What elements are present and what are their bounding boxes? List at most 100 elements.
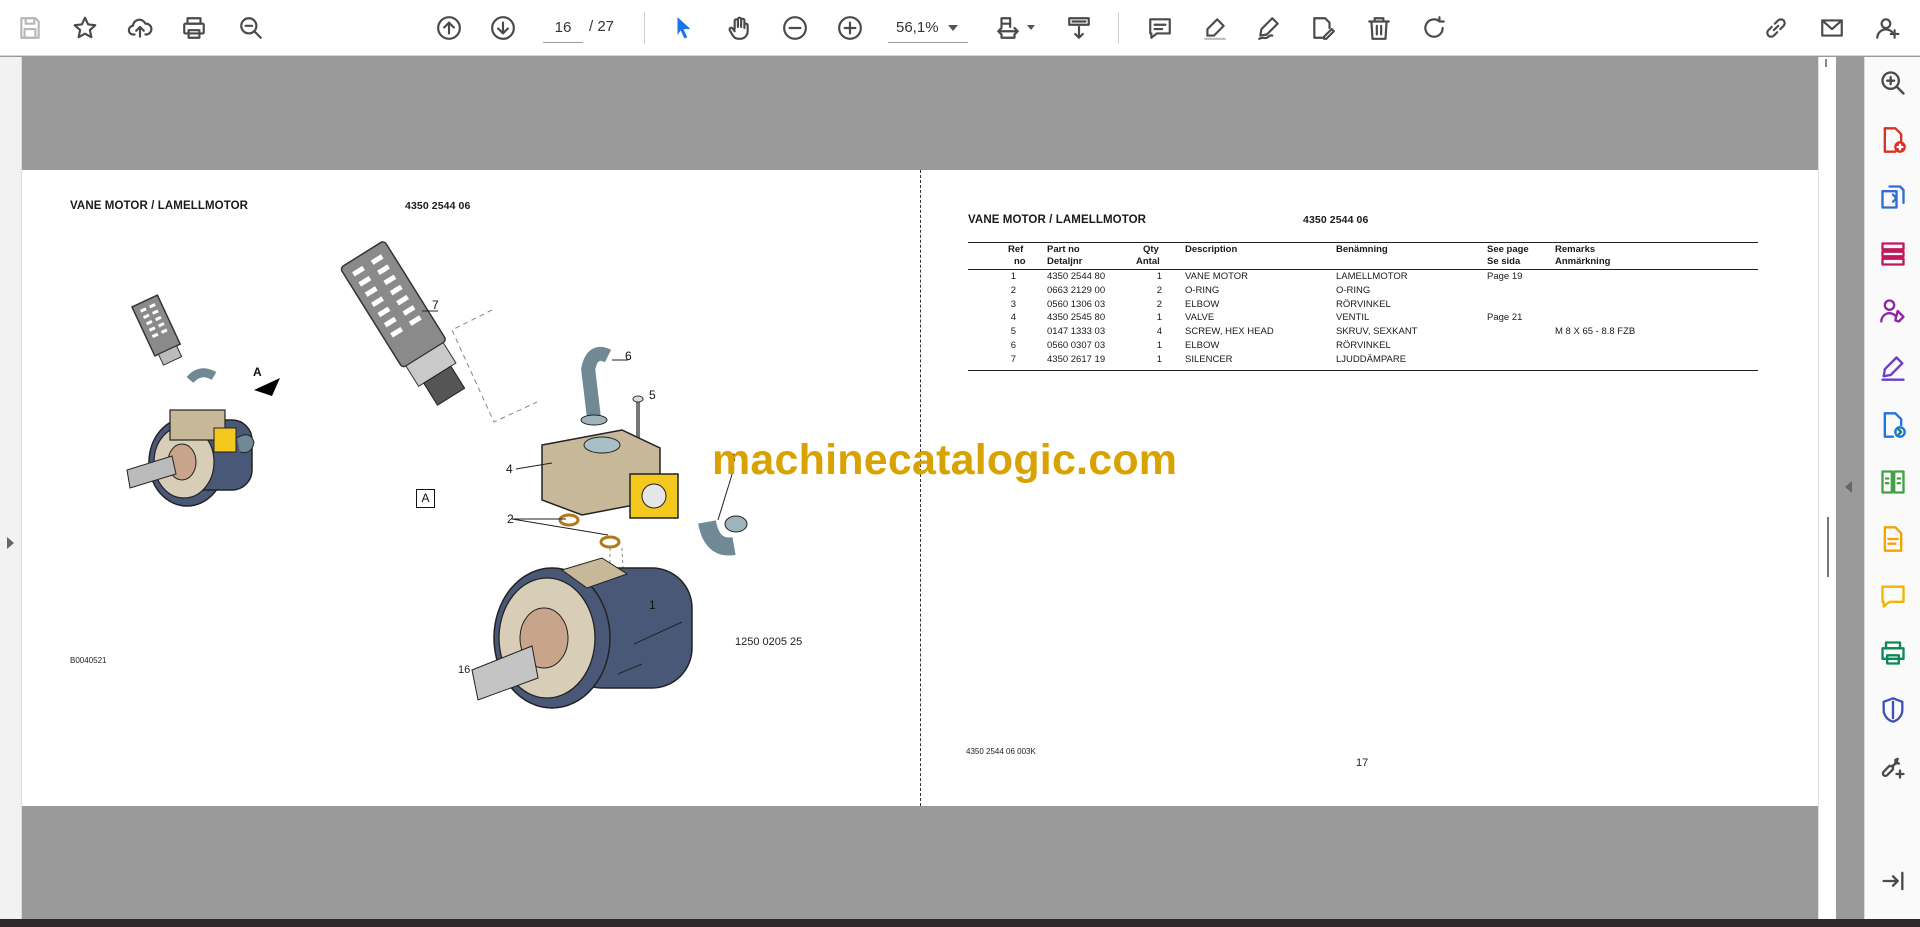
scroll-up-tick[interactable] — [1825, 59, 1827, 67]
next-page-icon[interactable] — [484, 9, 522, 47]
more-tools-icon[interactable] — [1877, 751, 1909, 783]
cell-part: 0147 1333 03 — [1047, 326, 1106, 338]
cell-part: 0560 1306 03 — [1047, 298, 1106, 310]
exploded-parts-drawing — [126, 241, 748, 709]
hand-tool-icon[interactable] — [720, 9, 758, 47]
scroll-mode-icon[interactable] — [1060, 9, 1098, 47]
cell-ben: VENTIL — [1336, 312, 1370, 324]
cell-qty: 2 — [1156, 298, 1162, 310]
draw-sign-icon[interactable] — [1250, 9, 1288, 47]
chevron-down-icon — [948, 25, 958, 31]
cell-ben: RÖRVINKEL — [1336, 298, 1391, 310]
cell-ref: 2 — [1010, 284, 1016, 296]
account-add-user-icon[interactable] — [1868, 9, 1906, 47]
bottom-edge-bar — [0, 919, 1920, 927]
toolbar-divider — [1118, 12, 1119, 44]
create-pdf-icon[interactable] — [1877, 124, 1909, 156]
share-link-icon[interactable] — [1757, 9, 1795, 47]
toolbar-divider — [644, 12, 645, 44]
cell-ben: RÖRVINKEL — [1336, 340, 1391, 351]
cell-qty: 2 — [1156, 284, 1162, 296]
export-pdf-icon[interactable] — [1877, 181, 1909, 213]
zoom-level-dropdown[interactable]: 56,1% — [888, 13, 968, 43]
cell-part: 0663 2129 00 — [1047, 284, 1106, 296]
vertical-scrollbar[interactable] — [1818, 57, 1836, 919]
zoom-level-value: 56,1% — [896, 19, 939, 36]
page-number-input[interactable] — [543, 13, 583, 43]
cell-part: 4350 2545 80 — [1047, 312, 1106, 324]
compare-files-icon[interactable] — [1877, 466, 1909, 498]
right-footer-code: 4350 2544 06 003K — [966, 747, 1036, 756]
header-see-page: See page — [1487, 244, 1529, 255]
page-fit-icon[interactable] — [989, 9, 1027, 47]
add-comment-icon[interactable] — [1141, 9, 1179, 47]
fill-sign-icon[interactable] — [1877, 352, 1909, 384]
highlight-pen-icon[interactable] — [1196, 9, 1234, 47]
zoom-in-icon[interactable] — [831, 9, 869, 47]
table-bottom-rule — [968, 369, 1758, 371]
page-fit-chevron-icon[interactable] — [1027, 25, 1035, 30]
convert-pdf-icon[interactable] — [1877, 409, 1909, 441]
cell-qty: 1 — [1156, 271, 1162, 282]
right-page-part-number: 4350 2544 06 — [1303, 214, 1369, 226]
page-total-label: / 27 — [589, 18, 615, 35]
rotate-icon[interactable] — [1415, 9, 1453, 47]
cell-desc: ELBOW — [1185, 298, 1220, 310]
cell-desc: VALVE — [1185, 312, 1215, 324]
email-icon[interactable] — [1813, 9, 1851, 47]
collapse-right-panel-icon[interactable] — [1845, 481, 1852, 493]
drawing-number: 1250 0205 25 — [735, 636, 803, 648]
zoom-search-icon[interactable] — [1877, 67, 1909, 99]
scrollbar-thumb[interactable] — [1827, 517, 1829, 577]
header-ref: Ref — [1008, 244, 1024, 255]
cell-desc: SCREW, HEX HEAD — [1185, 326, 1274, 338]
right-page-number: 17 — [1356, 757, 1369, 769]
cell-qty: 1 — [1156, 340, 1162, 351]
cell-ref: 4 — [1010, 312, 1016, 324]
zoom-out-icon[interactable] — [776, 9, 814, 47]
table-header-rule — [968, 269, 1758, 270]
comment-icon[interactable] — [1877, 580, 1909, 612]
header-description: Description — [1185, 244, 1238, 255]
cell-ref: 6 — [1010, 340, 1016, 351]
main-exploded-view — [340, 241, 748, 709]
expand-left-panel-icon[interactable] — [7, 537, 14, 549]
page-spread: VANE MOTOR / LAMELLMOTOR 4350 2544 06 7 … — [22, 170, 1818, 806]
print-production-icon[interactable] — [1877, 637, 1909, 669]
expand-panel-icon[interactable] — [1877, 865, 1909, 897]
edit-pdf-icon[interactable] — [1877, 523, 1909, 555]
organize-pages-icon[interactable] — [1877, 238, 1909, 270]
cell-desc: O-RING — [1185, 284, 1220, 296]
header-ref-2: no — [1014, 256, 1026, 267]
cell-part: 4350 2617 19 — [1047, 353, 1106, 365]
cell-rem: M 8 X 65 - 8.8 FZB — [1555, 326, 1636, 338]
edit-text-image-icon[interactable] — [1304, 9, 1342, 47]
right-page-title: VANE MOTOR / LAMELLMOTOR — [968, 214, 1147, 226]
watermark-text: machinecatalogic.com — [712, 436, 1178, 484]
cell-part: 0560 0307 03 — [1047, 340, 1106, 351]
request-signature-icon[interactable] — [1877, 295, 1909, 327]
print-icon[interactable] — [175, 9, 213, 47]
callout-6: 6 — [625, 349, 632, 363]
cell-qty: 4 — [1156, 326, 1162, 338]
cell-desc: VANE MOTOR — [1185, 271, 1248, 282]
detail-box-a: A — [416, 489, 435, 508]
protect-icon[interactable] — [1877, 694, 1909, 726]
document-viewport[interactable]: VANE MOTOR / LAMELLMOTOR 4350 2544 06 7 … — [22, 57, 1818, 919]
previous-page-icon[interactable] — [430, 9, 468, 47]
header-part-2: Detaljnr — [1047, 256, 1083, 267]
header-qty-2: Antal — [1136, 256, 1160, 267]
cell-ref: 3 — [1010, 298, 1016, 310]
cloud-upload-icon[interactable] — [121, 9, 159, 47]
cell-ref: 5 — [1010, 326, 1016, 338]
detail-label-a: A — [253, 365, 262, 379]
callout-7: 7 — [432, 298, 439, 312]
save-icon[interactable] — [11, 9, 49, 47]
select-cursor-icon[interactable] — [665, 9, 703, 47]
delete-trash-icon[interactable] — [1360, 9, 1398, 47]
left-panel-collapsed — [0, 57, 22, 919]
cell-see: Page 19 — [1487, 271, 1523, 282]
bookmark-star-icon[interactable] — [66, 9, 104, 47]
header-part: Part no — [1047, 244, 1080, 255]
find-search-icon[interactable] — [232, 9, 270, 47]
